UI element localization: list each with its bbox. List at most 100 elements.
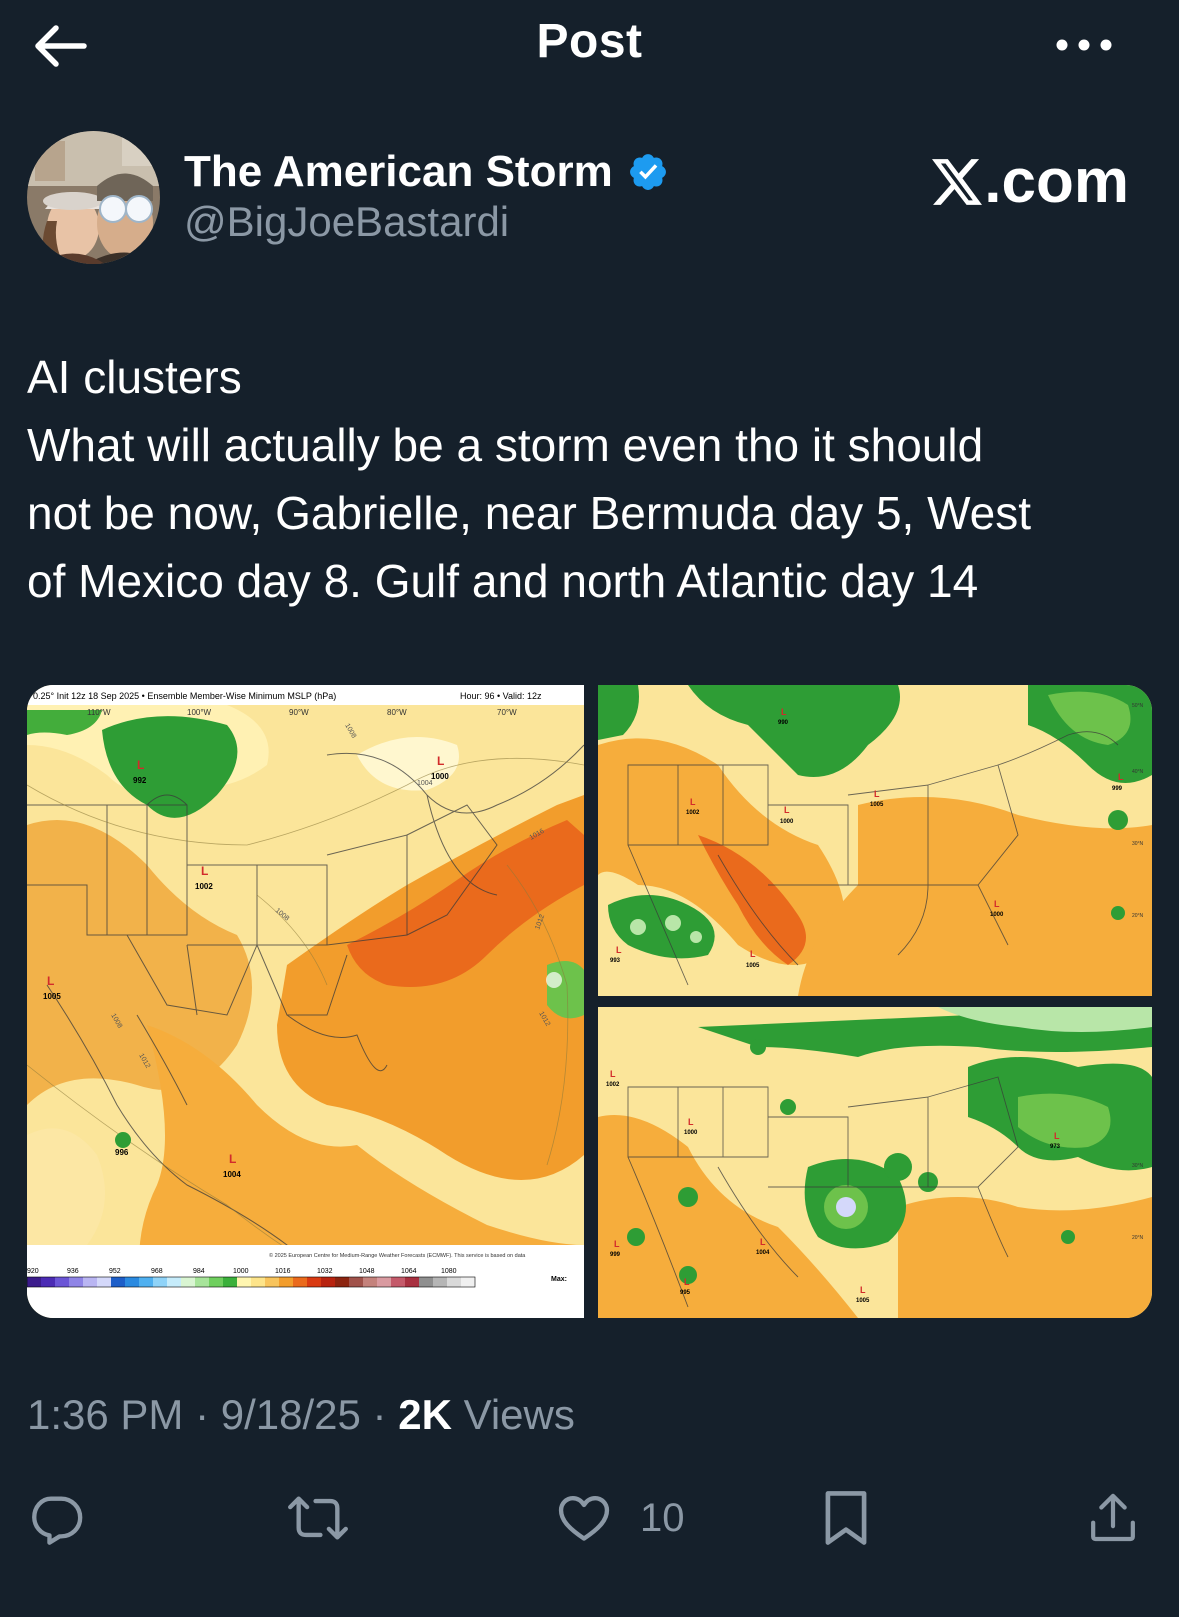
repost-icon (288, 1496, 348, 1540)
post-line: What will actually be a storm even tho i… (27, 419, 984, 471)
lat-label: 30°N (1132, 1163, 1144, 1169)
low-value: 1004 (223, 1170, 241, 1179)
low-marker: L (760, 1237, 766, 1247)
low-value: 1002 (686, 810, 700, 816)
low-marker: L (137, 758, 144, 772)
low-marker: L (874, 789, 880, 799)
low-marker: L (437, 754, 444, 768)
low-marker: L (688, 1117, 694, 1127)
low-marker: L (860, 1285, 866, 1295)
lat-label: 40°N (1132, 769, 1144, 775)
low-value: 993 (610, 958, 621, 964)
low-marker: L (690, 797, 696, 807)
repost-button[interactable] (285, 1478, 351, 1558)
low-value: 1000 (684, 1130, 698, 1136)
low-value: 992 (133, 776, 147, 785)
low-value: 1005 (870, 802, 884, 808)
bookmark-icon (825, 1491, 867, 1545)
lon-label: 110°W (87, 708, 111, 717)
top-right-forecast-map[interactable]: L 990 L 1002 L 1000 L 1005 L 1000 L 993 … (598, 685, 1152, 996)
lon-label: 80°W (387, 708, 407, 717)
meta-separator: · (360, 1391, 399, 1438)
map-copyright: © 2025 European Centre for Medium-Range … (269, 1252, 526, 1259)
like-button[interactable]: 10 (554, 1478, 685, 1558)
x-logo-icon (932, 158, 983, 205)
author-handle[interactable]: @BigJoeBastardi (184, 198, 509, 246)
scale-tick: 1080 (441, 1268, 457, 1275)
low-marker: L (750, 949, 756, 959)
low-marker: L (684, 1277, 690, 1287)
scale-max-label: Max: (551, 1276, 567, 1283)
share-button[interactable] (1085, 1478, 1141, 1558)
low-value: 1002 (606, 1082, 620, 1088)
views-label: Views (451, 1391, 575, 1438)
lat-label: 20°N (1132, 913, 1144, 919)
scale-tick: 1064 (401, 1268, 417, 1275)
low-value: 999 (1112, 786, 1123, 792)
post-line: of Mexico day 8. Gulf and north Atlantic… (27, 555, 979, 607)
action-bar: 10 (0, 1478, 1179, 1558)
map-header-left: 0.25° Init 12z 18 Sep 2025 • Ensemble Me… (33, 691, 336, 701)
lon-label: 90°W (289, 708, 309, 717)
low-marker: L (781, 707, 787, 717)
low-value: 1000 (990, 912, 1004, 918)
post-text: AI clusters What will actually be a stor… (27, 343, 1157, 615)
low-value: 1004 (756, 1250, 770, 1256)
scale-tick: 968 (151, 1268, 163, 1275)
verified-badge-icon (629, 154, 666, 190)
scale-tick: 1000 (233, 1268, 249, 1275)
lat-label: 20°N (1132, 1235, 1144, 1241)
scale-tick: 936 (67, 1268, 79, 1275)
low-value: 1002 (195, 882, 213, 891)
low-value: 990 (778, 720, 789, 726)
low-value: 996 (115, 1148, 129, 1157)
author-name: The American Storm (184, 147, 613, 196)
bookmark-button[interactable] (820, 1478, 872, 1558)
low-marker: L (47, 974, 54, 988)
scale-tick: 1016 (275, 1268, 291, 1275)
more-options-button[interactable] (1049, 22, 1119, 68)
reply-button[interactable] (27, 1478, 85, 1558)
scale-tick: 920 (27, 1268, 39, 1275)
more-horizontal-icon (1056, 39, 1112, 51)
low-marker: L (614, 1239, 620, 1249)
post-time: 1:36 PM (27, 1391, 184, 1438)
main-forecast-map[interactable]: 0.25° Init 12z 18 Sep 2025 • Ensemble Me… (27, 685, 584, 1318)
post-date: 9/18/25 (220, 1391, 361, 1438)
low-marker: L (610, 1069, 616, 1079)
isobar-label: 1004 (417, 780, 433, 787)
post-meta: 1:36 PM · 9/18/25 · 2K Views (27, 1391, 575, 1439)
author-name-row[interactable]: The American Storm (184, 144, 669, 200)
lon-label: 70°W (497, 708, 517, 717)
color-scale (27, 1276, 476, 1288)
scale-tick: 1048 (359, 1268, 375, 1275)
low-marker: L (616, 945, 622, 955)
lat-label: 30°N (1132, 841, 1144, 847)
low-marker: L (229, 1152, 236, 1166)
low-value: 1000 (431, 772, 449, 781)
bottom-right-forecast-map[interactable]: L 1002 L 1000 L 1004 L 1005 L 999 L 995 … (598, 1007, 1152, 1318)
low-value: 1000 (780, 819, 794, 825)
scale-tick: 952 (109, 1268, 121, 1275)
low-marker: L (784, 805, 790, 815)
meta-separator: · (183, 1391, 221, 1438)
low-value: 973 (1050, 1144, 1061, 1150)
views-count[interactable]: 2K (398, 1391, 452, 1438)
low-value: 999 (610, 1252, 621, 1258)
map-header-hour: Hour: 96 • Valid: 12z (460, 691, 542, 701)
low-value: 1005 (43, 992, 61, 1001)
like-count: 10 (640, 1495, 685, 1540)
lon-label: 100°W (187, 708, 212, 717)
avatar[interactable] (27, 131, 160, 264)
page-title: Post (536, 15, 643, 68)
heart-icon (558, 1496, 610, 1541)
scale-tick: 1032 (317, 1268, 333, 1275)
brand-text: .com (984, 147, 1129, 216)
lat-label: 50°N (1132, 703, 1144, 709)
low-value: 1005 (856, 1298, 870, 1304)
share-icon (1091, 1493, 1135, 1542)
low-marker: L (1118, 772, 1124, 782)
top-bar: Post (0, 0, 1179, 92)
scale-tick: 984 (193, 1268, 205, 1275)
low-marker: L (201, 864, 208, 878)
